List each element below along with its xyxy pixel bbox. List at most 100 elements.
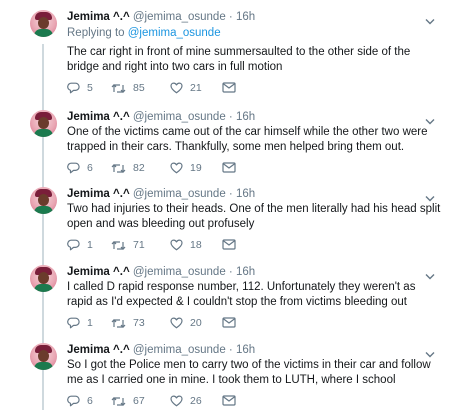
reply-count: 6 [87, 395, 93, 407]
timestamp[interactable]: 16h [236, 188, 255, 200]
tweet-text: One of the victims came out of the car h… [67, 126, 428, 153]
retweet-button[interactable]: 85 [111, 82, 145, 94]
separator-dot: · [228, 11, 233, 23]
avatar[interactable] [30, 265, 57, 292]
replying-to-label: Replying to [67, 27, 128, 39]
display-name[interactable]: Jemima ^.^ [67, 11, 130, 23]
reply-icon [67, 395, 80, 407]
tweet-text: So I got the Police men to carry two of … [67, 359, 431, 386]
retweet-count: 85 [133, 82, 145, 94]
message-icon [222, 395, 236, 406]
reply-count: 5 [87, 82, 93, 94]
reply-count: 1 [87, 317, 93, 329]
replying-to-handle-link[interactable]: @jemima_osunde [128, 27, 221, 39]
retweet-icon [111, 318, 126, 329]
user-handle[interactable]: @jemima_osunde [133, 266, 226, 278]
message-icon [222, 317, 236, 328]
retweet-count: 67 [133, 395, 145, 407]
tweet-actions: 6 82 19 [67, 162, 267, 176]
reply-count: 1 [87, 239, 93, 251]
user-handle[interactable]: @jemima_osunde [133, 11, 226, 23]
reply-button[interactable]: 6 [67, 395, 93, 407]
like-button[interactable]: 19 [170, 162, 202, 174]
replying-to: Replying to @jemima_osunde [67, 27, 221, 39]
retweet-button[interactable]: 82 [111, 162, 145, 174]
user-handle[interactable]: @jemima_osunde [133, 344, 226, 356]
like-count: 26 [190, 395, 202, 407]
chevron-down-icon[interactable] [425, 12, 435, 25]
reply-button[interactable]: 5 [67, 82, 93, 94]
reply-button[interactable]: 1 [67, 317, 93, 329]
message-icon [222, 239, 236, 250]
reply-icon [67, 162, 80, 174]
message-icon [222, 162, 236, 173]
tweet-actions: 1 73 20 [67, 317, 267, 331]
user-handle[interactable]: @jemima_osunde [133, 111, 226, 123]
tweet-header: Jemima ^.^ @jemima_osunde · 16h [67, 110, 255, 124]
like-count: 18 [190, 239, 202, 251]
display-name[interactable]: Jemima ^.^ [67, 188, 130, 200]
avatar[interactable] [30, 187, 57, 214]
retweet-count: 71 [133, 239, 145, 251]
like-button[interactable]: 26 [170, 395, 202, 407]
like-button[interactable]: 21 [170, 82, 202, 94]
tweet-header: Jemima ^.^ @jemima_osunde · 16h [67, 10, 255, 24]
reply-icon [67, 82, 80, 94]
chevron-down-icon[interactable] [425, 345, 435, 358]
retweet-button[interactable]: 67 [111, 395, 145, 407]
like-icon [170, 82, 183, 94]
tweet-thread: Jemima ^.^ @jemima_osunde · 16h Replying… [0, 0, 451, 410]
retweet-icon [111, 83, 126, 94]
tweet-actions: 1 71 18 [67, 239, 267, 253]
reply-count: 6 [87, 162, 93, 174]
separator-dot: · [228, 266, 233, 278]
like-count: 21 [190, 82, 202, 94]
timestamp[interactable]: 16h [236, 266, 255, 278]
display-name[interactable]: Jemima ^.^ [67, 111, 130, 123]
display-name[interactable]: Jemima ^.^ [67, 266, 130, 278]
tweet-text: The car right in front of mine summersau… [67, 46, 411, 73]
tweet-actions: 6 67 26 [67, 395, 267, 409]
tweet-header: Jemima ^.^ @jemima_osunde · 16h [67, 265, 255, 279]
tweet-text: I called D rapid response number, 112. U… [67, 281, 416, 308]
tweet-text: Two had injuries to their heads. One of … [67, 203, 441, 230]
reply-icon [67, 239, 80, 251]
avatar[interactable] [30, 10, 57, 37]
like-icon [170, 317, 183, 329]
like-icon [170, 395, 183, 407]
separator-dot: · [228, 344, 233, 356]
retweet-count: 73 [133, 317, 145, 329]
separator-dot: · [228, 111, 233, 123]
like-icon [170, 162, 183, 174]
display-name[interactable]: Jemima ^.^ [67, 344, 130, 356]
user-handle[interactable]: @jemima_osunde [133, 188, 226, 200]
like-icon [170, 239, 183, 251]
reply-button[interactable]: 6 [67, 162, 93, 174]
timestamp[interactable]: 16h [236, 11, 255, 23]
direct-message-button[interactable] [222, 82, 236, 93]
like-button[interactable]: 20 [170, 317, 202, 329]
timestamp[interactable]: 16h [236, 344, 255, 356]
avatar[interactable] [30, 110, 57, 137]
retweet-icon [111, 163, 126, 174]
retweet-icon [111, 240, 126, 251]
reply-button[interactable]: 1 [67, 239, 93, 251]
separator-dot: · [228, 188, 233, 200]
retweet-button[interactable]: 71 [111, 239, 145, 251]
chevron-down-icon[interactable] [425, 189, 435, 202]
timestamp[interactable]: 16h [236, 111, 255, 123]
direct-message-button[interactable] [222, 162, 236, 173]
avatar[interactable] [30, 343, 57, 370]
direct-message-button[interactable] [222, 395, 236, 406]
reply-icon [67, 317, 80, 329]
direct-message-button[interactable] [222, 317, 236, 328]
chevron-down-icon[interactable] [425, 267, 435, 280]
tweet-actions: 5 85 21 [67, 82, 267, 96]
like-button[interactable]: 18 [170, 239, 202, 251]
direct-message-button[interactable] [222, 239, 236, 250]
retweet-button[interactable]: 73 [111, 317, 145, 329]
like-count: 20 [190, 317, 202, 329]
chevron-down-icon[interactable] [425, 112, 435, 125]
retweet-icon [111, 396, 126, 407]
like-count: 19 [190, 162, 202, 174]
